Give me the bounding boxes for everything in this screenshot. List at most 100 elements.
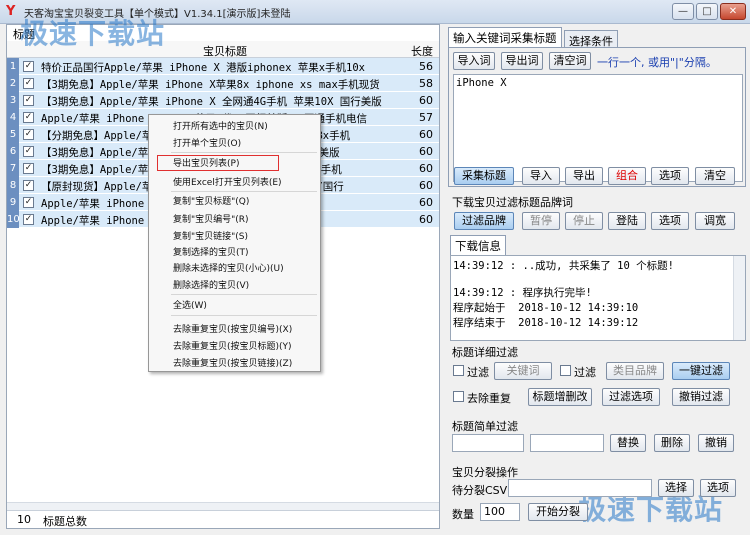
- table-row[interactable]: 1 ✓ 特价正品国行Apple/苹果 iPhone X 港版iphonex 苹果x手…: [7, 58, 439, 75]
- title-edit-button[interactable]: 标题增删改: [528, 388, 592, 406]
- context-menu-item[interactable]: 复制"宝贝链接"(S): [173, 229, 248, 242]
- options-button[interactable]: 选项: [651, 167, 689, 185]
- undo-filter-button[interactable]: 撤销过滤: [672, 388, 730, 406]
- keyword-panel: 导入词 导出词 清空词 一行一个, 或用"|"分隔。 iPhone X: [448, 47, 746, 187]
- maximize-button[interactable]: □: [696, 3, 718, 20]
- minimize-button[interactable]: —: [672, 3, 694, 20]
- column-length-header[interactable]: 长度: [411, 43, 433, 59]
- login-button[interactable]: 登陆: [608, 212, 646, 230]
- find-text-field[interactable]: [452, 434, 524, 452]
- export-button[interactable]: 导出: [565, 167, 603, 185]
- import-button[interactable]: 导入: [522, 167, 560, 185]
- filter-category-checkbox[interactable]: [560, 365, 571, 376]
- csv-path-field[interactable]: [508, 479, 652, 497]
- row-checkbox[interactable]: ✓: [23, 112, 34, 123]
- row-title: 特价正品国行Apple/苹果 iPhone X 港版iphonex 苹果x手机1…: [41, 62, 366, 74]
- pause-button[interactable]: 暂停: [522, 212, 560, 230]
- quantity-stepper[interactable]: 100: [480, 503, 520, 521]
- context-menu-item[interactable]: 去除重复宝贝(按宝贝编号)(X): [173, 322, 292, 335]
- menu-separator: [171, 152, 317, 153]
- row-length: 60: [419, 145, 433, 158]
- context-menu-item[interactable]: 去除重复宝贝(按宝贝链接)(Z): [173, 356, 292, 369]
- adjust-width-button[interactable]: 调宽: [695, 212, 735, 230]
- clear-keywords-button[interactable]: 清空词: [549, 52, 591, 70]
- row-number: 6: [7, 143, 19, 160]
- import-keywords-button[interactable]: 导入词: [453, 52, 495, 70]
- context-menu-item[interactable]: 复制选择的宝贝(T): [173, 245, 249, 258]
- replace-button[interactable]: 替换: [610, 434, 646, 452]
- row-checkbox[interactable]: ✓: [23, 180, 34, 191]
- tab-download-info[interactable]: 下载信息: [450, 235, 506, 255]
- row-checkbox[interactable]: ✓: [23, 129, 34, 140]
- download-log: 14:39:12 : ..成功, 共采集了 10 个标题! 14:39:12 :…: [450, 255, 746, 341]
- select-csv-button[interactable]: 选择: [658, 479, 694, 497]
- brand-filter-section-label: 下载宝贝过滤标题品牌词: [452, 196, 573, 209]
- keyword-button[interactable]: 关键词: [494, 362, 552, 380]
- horizontal-scrollbar[interactable]: [7, 502, 439, 510]
- options-button-2[interactable]: 选项: [651, 212, 689, 230]
- row-checkbox[interactable]: ✓: [23, 214, 34, 225]
- keyword-input[interactable]: iPhone X: [453, 74, 743, 182]
- start-split-button[interactable]: 开始分裂: [528, 503, 588, 521]
- log-scrollbar[interactable]: [733, 256, 745, 340]
- row-checkbox[interactable]: ✓: [23, 163, 34, 174]
- close-button[interactable]: ✕: [720, 3, 746, 20]
- row-number: 5: [7, 126, 19, 143]
- context-menu-item[interactable]: 打开单个宝贝(O): [173, 136, 241, 149]
- title-count-label: 标题总数: [43, 515, 87, 528]
- row-length: 56: [419, 60, 433, 73]
- detail-filter-section-label: 标题详细过滤: [452, 346, 518, 359]
- watermark-top: 极速下载站: [20, 17, 166, 50]
- undo-button[interactable]: 撤销: [698, 434, 734, 452]
- row-checkbox[interactable]: ✓: [23, 61, 34, 72]
- row-checkbox[interactable]: ✓: [23, 197, 34, 208]
- row-length: 60: [419, 162, 433, 175]
- context-menu-item[interactable]: 使用Excel打开宝贝列表(E): [173, 175, 282, 188]
- clear-button[interactable]: 清空: [695, 167, 735, 185]
- context-menu-item[interactable]: 删除未选择的宝贝(小心)(U): [173, 261, 284, 274]
- quantity-label: 数量: [452, 508, 474, 521]
- title-count: 10: [17, 513, 31, 526]
- row-checkbox[interactable]: ✓: [23, 146, 34, 157]
- export-keywords-button[interactable]: 导出词: [501, 52, 543, 70]
- context-menu-item[interactable]: 去除重复宝贝(按宝贝标题)(Y): [173, 339, 292, 352]
- context-menu-item[interactable]: 全选(W): [173, 298, 207, 311]
- stop-button[interactable]: 停止: [565, 212, 603, 230]
- context-menu-item[interactable]: 复制"宝贝标题"(Q): [173, 194, 249, 207]
- collect-titles-button[interactable]: 采集标题: [454, 167, 514, 185]
- one-click-filter-button[interactable]: 一键过滤: [672, 362, 730, 380]
- tab-select-conditions[interactable]: 选择条件: [564, 30, 618, 48]
- combine-button[interactable]: 组合: [608, 167, 646, 185]
- row-checkbox[interactable]: ✓: [23, 95, 34, 106]
- tab-keyword-collect[interactable]: 输入关键词采集标题: [448, 27, 562, 47]
- replace-text-field[interactable]: [530, 434, 604, 452]
- context-menu-item[interactable]: 打开所有选中的宝贝(N): [173, 119, 268, 132]
- context-menu-item[interactable]: 删除选择的宝贝(V): [173, 278, 249, 291]
- app-logo-icon: Y: [6, 4, 16, 19]
- row-length: 60: [419, 213, 433, 226]
- menu-separator: [171, 191, 317, 192]
- filter-options-button[interactable]: 过滤选项: [602, 388, 660, 406]
- dedupe-checkbox[interactable]: [453, 391, 464, 402]
- row-length: 60: [419, 196, 433, 209]
- row-length: 60: [419, 179, 433, 192]
- row-checkbox[interactable]: ✓: [23, 78, 34, 89]
- keyword-hint: 一行一个, 或用"|"分隔。: [597, 56, 717, 69]
- table-row[interactable]: 3 ✓ 【3期免息】Apple/苹果 iPhone X 全网通4G手机 苹果10X …: [7, 92, 439, 109]
- menu-separator: [171, 294, 317, 295]
- delete-button[interactable]: 删除: [654, 434, 690, 452]
- row-number: 1: [7, 58, 19, 75]
- context-menu-item[interactable]: 复制"宝贝编号"(R): [173, 212, 249, 225]
- row-number: 10: [7, 211, 20, 228]
- table-row[interactable]: 2 ✓ 【3期免息】Apple/苹果 iPhone X苹果8x iphone xs …: [7, 75, 439, 92]
- context-menu-item[interactable]: 导出宝贝列表(P): [173, 156, 239, 169]
- filter-brand-button[interactable]: 过滤品牌: [454, 212, 514, 230]
- status-bar: 10 标题总数: [7, 510, 439, 528]
- split-section-label: 宝贝分裂操作: [452, 466, 518, 479]
- column-title-header[interactable]: 宝贝标题: [203, 43, 247, 59]
- options-button-3[interactable]: 选项: [700, 479, 736, 497]
- row-number: 9: [7, 194, 19, 211]
- filter-keyword-checkbox[interactable]: [453, 365, 464, 376]
- context-menu: 打开所有选中的宝贝(N) 打开单个宝贝(O) 导出宝贝列表(P) 使用Excel打开宝…: [148, 114, 321, 372]
- category-brand-button[interactable]: 类目品牌: [606, 362, 664, 380]
